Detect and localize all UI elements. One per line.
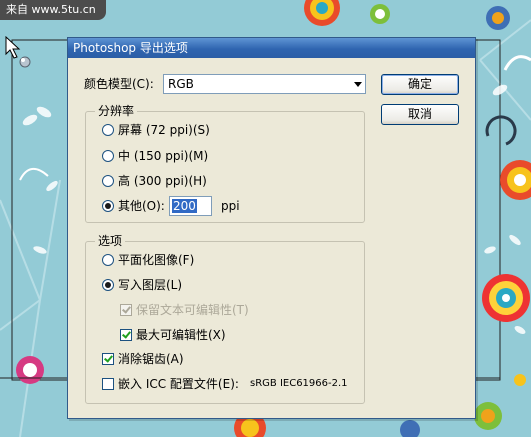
mouse-cursor-icon — [5, 36, 31, 68]
color-model-value: RGB — [168, 77, 194, 91]
resolution-other-value: 200 — [172, 199, 197, 213]
resolution-high-radio[interactable] — [102, 175, 114, 187]
antialias-label[interactable]: 消除锯齿(A) — [118, 351, 184, 367]
embed-icc-label[interactable]: 嵌入 ICC 配置文件(E): — [118, 376, 239, 392]
ok-button[interactable]: 确定 — [381, 74, 459, 95]
export-options-dialog: Photoshop 导出选项 颜色模型(C): RGB 确定 取消 分辨率 屏幕… — [67, 37, 476, 419]
chevron-down-icon[interactable] — [354, 82, 362, 87]
color-model-label: 颜色模型(C): — [84, 77, 154, 91]
max-editability-checkbox[interactable] — [120, 329, 132, 341]
resolution-medium-label[interactable]: 中 (150 ppi)(M) — [118, 148, 208, 164]
color-model-select[interactable]: RGB — [163, 74, 366, 94]
resolution-unit-label: ppi — [221, 199, 240, 213]
options-legend: 选项 — [95, 234, 126, 248]
watermark-label: 来自 www.5tu.cn — [0, 0, 106, 20]
antialias-checkbox[interactable] — [102, 353, 114, 365]
icc-profile-name: sRGB IEC61966-2.1 — [250, 378, 348, 389]
flatten-image-label[interactable]: 平面化图像(F) — [118, 252, 194, 268]
resolution-medium-radio[interactable] — [102, 150, 114, 162]
flatten-image-radio[interactable] — [102, 254, 114, 266]
resolution-screen-radio[interactable] — [102, 124, 114, 136]
resolution-legend: 分辨率 — [95, 104, 138, 118]
preserve-text-checkbox — [120, 304, 132, 316]
write-layers-label[interactable]: 写入图层(L) — [118, 277, 182, 293]
resolution-other-label[interactable]: 其他(O): — [118, 198, 165, 214]
dialog-title: Photoshop 导出选项 — [68, 38, 475, 58]
write-layers-radio[interactable] — [102, 279, 114, 291]
resolution-screen-label[interactable]: 屏幕 (72 ppi)(S) — [118, 122, 210, 138]
resolution-other-input[interactable]: 200 — [169, 196, 212, 216]
embed-icc-checkbox[interactable] — [102, 378, 114, 390]
max-editability-label[interactable]: 最大可编辑性(X) — [136, 327, 226, 343]
cancel-button[interactable]: 取消 — [381, 104, 459, 125]
resolution-high-label[interactable]: 高 (300 ppi)(H) — [118, 173, 207, 189]
preserve-text-label: 保留文本可编辑性(T) — [136, 303, 249, 317]
resolution-other-radio[interactable] — [102, 200, 114, 212]
